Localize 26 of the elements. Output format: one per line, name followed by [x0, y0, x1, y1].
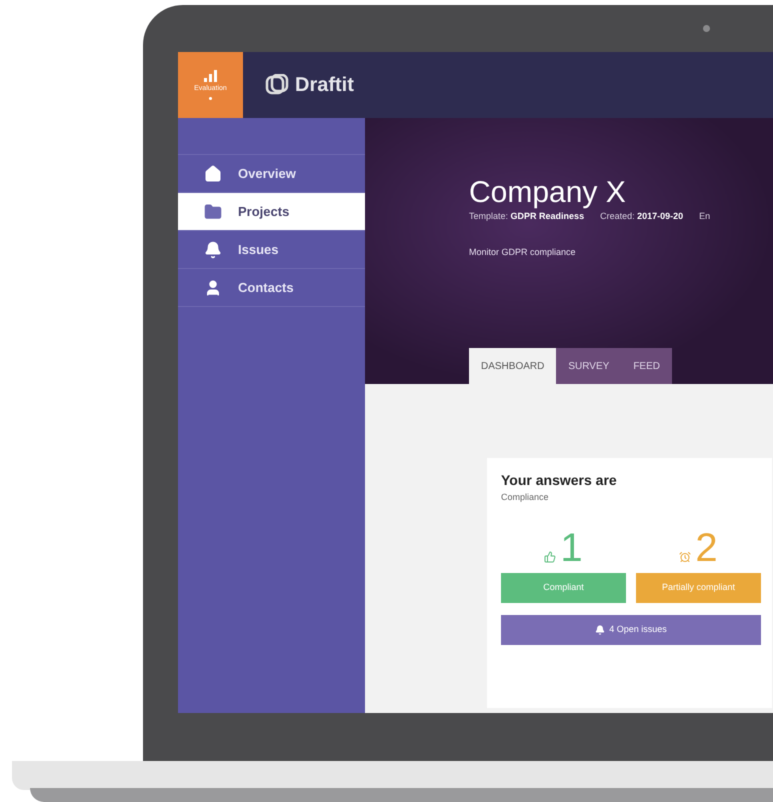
project-title: Company X	[469, 176, 627, 210]
folder-icon	[204, 202, 222, 220]
dropdown-icon	[209, 96, 212, 100]
tab[interactable]: DASHBOARD	[469, 348, 556, 384]
meta-text: Template: GDPR Readiness	[469, 210, 584, 223]
tab[interactable]: SURVEY	[556, 348, 622, 384]
bell-icon	[204, 240, 222, 258]
logo-icon	[265, 74, 289, 96]
stat-count: 1	[560, 526, 583, 568]
logo-text: Draftit	[295, 73, 354, 98]
tab[interactable]: FEED	[621, 348, 672, 384]
bell-icon	[595, 624, 606, 634]
bar-chart-icon	[204, 70, 218, 82]
open-issues-button[interactable]: 4 Open issues	[501, 614, 761, 644]
card-subtitle: Compliance	[501, 491, 550, 504]
thumbs-up-icon	[544, 550, 556, 562]
user-icon	[204, 278, 222, 296]
stat-count: 2	[695, 526, 718, 568]
description-text: Monitor GDPR compliance	[469, 246, 577, 259]
card-title: Your answers are	[501, 471, 618, 490]
camera-icon	[703, 25, 710, 32]
sidebar-item[interactable]: Projects	[178, 193, 365, 231]
alarm-icon	[679, 550, 692, 562]
meta-text: Created: 2017-09-20	[600, 210, 684, 223]
meta-text: En	[699, 210, 710, 223]
home-icon	[204, 164, 222, 182]
